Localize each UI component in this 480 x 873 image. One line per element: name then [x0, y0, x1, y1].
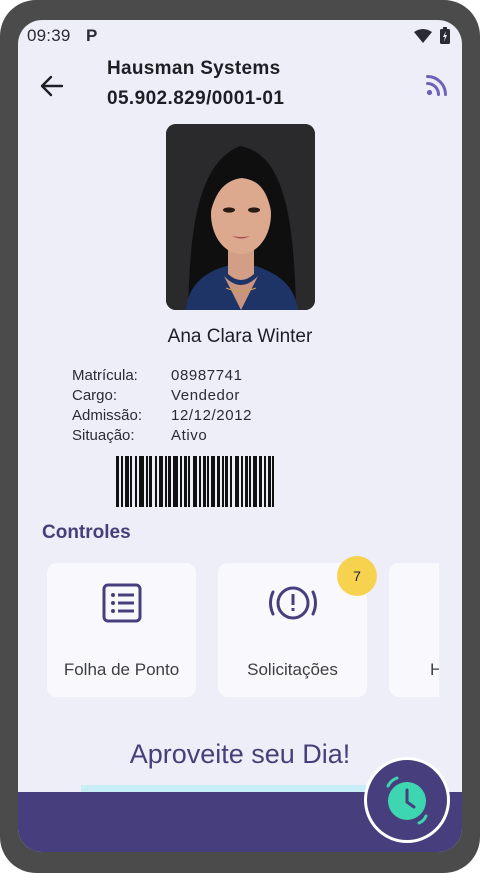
info-row-matricula: Matrícula: 08987741 [72, 366, 252, 386]
company-name: Hausman Systems [107, 58, 281, 79]
arrow-left-icon [40, 75, 64, 97]
controls-title: Controles [42, 522, 131, 543]
back-button[interactable] [38, 72, 66, 100]
wifi-icon [414, 28, 432, 43]
info-label: Admissão: [72, 407, 143, 424]
controls-carousel[interactable]: Folha de Ponto Solicitações H [47, 563, 439, 697]
info-value: 12/12/2012 [171, 407, 253, 424]
info-label: Matrícula: [72, 367, 138, 384]
info-row-cargo: Cargo: Vendedor [72, 386, 252, 406]
battery-icon [440, 27, 450, 44]
status-time: 09:39 [27, 26, 71, 45]
employee-name: Ana Clara Winter [167, 326, 313, 347]
clock-button[interactable] [364, 757, 450, 843]
info-value: Ativo [171, 427, 208, 444]
clock-icon [386, 776, 428, 825]
employee-photo [166, 124, 315, 310]
employee-portrait [166, 124, 315, 310]
card-partial[interactable]: H [389, 563, 439, 697]
info-row-admissao: Admissão: 12/12/2012 [72, 406, 252, 426]
status-icons [414, 27, 450, 44]
device-frame: 09:39 P Hausman Systems 05.902.829/0001-… [0, 0, 480, 873]
info-label: Cargo: [72, 387, 118, 404]
card-label: Solicitações [247, 660, 338, 679]
rss-icon [426, 75, 447, 96]
card-folha-de-ponto[interactable]: Folha de Ponto [47, 563, 196, 697]
notification-p-icon: P [86, 26, 98, 45]
rss-button[interactable] [426, 74, 450, 98]
info-row-situacao: Situação: Ativo [72, 426, 252, 446]
card-label: H [430, 660, 439, 679]
card-label: Folha de Ponto [63, 660, 180, 679]
progress-track [81, 785, 371, 792]
company-cnpj: 05.902.829/0001-01 [107, 88, 285, 109]
status-bar: 09:39 P [18, 20, 462, 50]
app-screen: 09:39 P Hausman Systems 05.902.829/0001-… [18, 20, 462, 852]
employee-info: Matrícula: 08987741 Cargo: Vendedor Admi… [72, 366, 252, 446]
alert-circle-icon [268, 586, 317, 620]
info-label: Situação: [72, 427, 135, 444]
notification-badge: 7 [337, 556, 377, 596]
info-value: Vendedor [171, 387, 241, 404]
barcode [116, 456, 274, 507]
list-icon [102, 583, 141, 623]
info-value: 08987741 [171, 367, 243, 384]
